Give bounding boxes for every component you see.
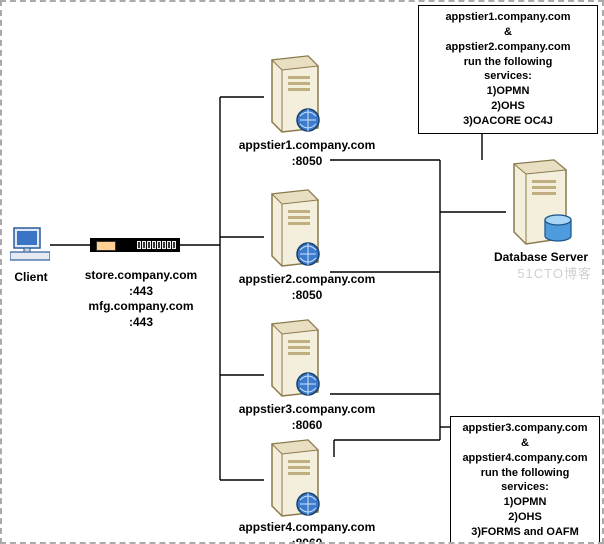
app4-port: :8060 (292, 536, 323, 544)
note-top-l1: appstier1.company.com (445, 11, 570, 23)
load-balancer-label: store.company.com :443 mfg.company.com :… (66, 268, 216, 330)
lb-url2: mfg.company.com (88, 299, 193, 313)
app1-port: :8050 (292, 154, 323, 168)
note-top-s2: 2)OHS (491, 100, 525, 112)
app3-host: appstier3.company.com (239, 402, 376, 416)
lb-port2: :443 (129, 315, 153, 329)
note-bot-s1: 1)OPMN (504, 496, 547, 508)
note-top-amp: & (504, 26, 512, 38)
diagram-canvas: Client store.company.com :443 mfg.compan… (0, 0, 604, 544)
server-icon (264, 54, 324, 134)
watermark-text: 51CTO博客 (517, 263, 592, 282)
note-bottom: appstier3.company.com & appstier4.compan… (450, 416, 600, 544)
note-bot-l3: run the following (481, 467, 570, 479)
appstier4-label: appstier4.company.com :8060 (222, 520, 392, 544)
server-icon (264, 318, 324, 398)
app2-port: :8050 (292, 288, 323, 302)
client-node (10, 224, 50, 267)
lb-url1: store.company.com (85, 268, 197, 282)
app1-host: appstier1.company.com (239, 138, 376, 152)
load-balancer-icon (90, 238, 180, 252)
appstier1-label: appstier1.company.com :8050 (222, 138, 392, 169)
note-bot-l4: services: (501, 481, 549, 493)
appstier3-node (264, 318, 324, 401)
database-server-icon (506, 158, 574, 248)
appstier3-label: appstier3.company.com :8060 (222, 402, 392, 433)
server-icon (264, 438, 324, 518)
note-bot-s2: 2)OHS (508, 511, 542, 523)
note-bot-l2: appstier4.company.com (462, 452, 587, 464)
note-top-s3: 3)OACORE OC4J (463, 115, 553, 127)
app4-host: appstier4.company.com (239, 520, 376, 534)
note-top-s1: 1)OPMN (487, 85, 530, 97)
server-icon (264, 188, 324, 268)
app3-port: :8060 (292, 418, 323, 432)
app2-host: appstier2.company.com (239, 272, 376, 286)
lb-port1: :443 (129, 284, 153, 298)
client-label: Client (4, 270, 58, 286)
note-top-l4: services: (484, 70, 532, 82)
note-top-l2: appstier2.company.com (445, 41, 570, 53)
note-top-l3: run the following (464, 56, 553, 68)
appstier2-node (264, 188, 324, 271)
appstier2-label: appstier2.company.com :8050 (222, 272, 392, 303)
note-bot-s3: 3)FORMS and OAFM (471, 526, 579, 538)
note-top: appstier1.company.com & appstier2.compan… (418, 5, 598, 134)
appstier1-node (264, 54, 324, 137)
client-pc-icon (10, 224, 50, 264)
database-server-node (506, 158, 574, 251)
appstier4-node (264, 438, 324, 521)
note-bot-l1: appstier3.company.com & (462, 422, 587, 449)
